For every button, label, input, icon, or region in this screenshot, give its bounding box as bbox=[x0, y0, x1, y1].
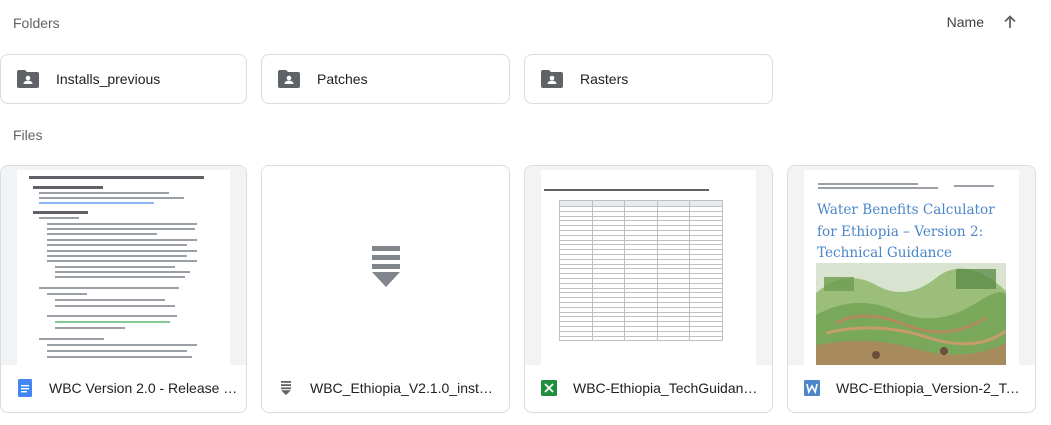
file-footer: WBC_Ethiopia_V2.1.0_install... bbox=[262, 363, 509, 412]
archive-thumbnail bbox=[262, 166, 509, 365]
folder-name: Patches bbox=[317, 71, 368, 87]
file-footer: WBC Version 2.0 - Release N... bbox=[1, 363, 246, 412]
landscape-illustration bbox=[816, 263, 1006, 365]
excel-icon bbox=[541, 379, 557, 396]
file-card-tech-guidance-word[interactable]: Water Benefits Calculator for Ethiopia –… bbox=[787, 165, 1036, 413]
archive-large-icon bbox=[372, 246, 400, 287]
file-name: WBC-Ethiopia_Version-2_Tec... bbox=[836, 379, 1026, 396]
folder-name: Rasters bbox=[580, 71, 629, 87]
shared-folder-icon bbox=[541, 70, 563, 88]
file-footer: WBC-Ethiopia_Version-2_Tec... bbox=[788, 363, 1035, 412]
file-footer: WBC-Ethiopia_TechGuidance... bbox=[525, 363, 772, 412]
word-thumbnail: Water Benefits Calculator for Ethiopia –… bbox=[788, 166, 1035, 365]
shared-folder-icon bbox=[278, 70, 300, 88]
word-icon bbox=[804, 379, 820, 396]
folder-patches[interactable]: Patches bbox=[261, 54, 510, 104]
sort-control: Name bbox=[947, 12, 1020, 32]
file-name: WBC-Ethiopia_TechGuidance... bbox=[573, 379, 763, 396]
file-card-release-notes[interactable]: WBC Version 2.0 - Release N... bbox=[0, 165, 247, 413]
sort-ascending-icon[interactable] bbox=[1000, 12, 1020, 32]
google-docs-icon bbox=[17, 378, 33, 397]
folders-heading: Folders bbox=[13, 15, 60, 31]
archive-icon bbox=[278, 380, 294, 396]
folder-rasters[interactable]: Rasters bbox=[524, 54, 773, 104]
file-card-installer[interactable]: WBC_Ethiopia_V2.1.0_install... bbox=[261, 165, 510, 413]
files-heading: Files bbox=[13, 127, 43, 143]
folder-name: Installs_previous bbox=[56, 71, 161, 87]
shared-folder-icon bbox=[17, 70, 39, 88]
folder-installs-previous[interactable]: Installs_previous bbox=[0, 54, 247, 104]
spreadsheet-preview-table bbox=[559, 200, 723, 342]
sort-label[interactable]: Name bbox=[947, 14, 984, 30]
file-name: WBC Version 2.0 - Release N... bbox=[49, 379, 239, 396]
document-thumbnail bbox=[1, 166, 246, 365]
spreadsheet-thumbnail bbox=[525, 166, 772, 365]
file-card-tech-guidance-excel[interactable]: WBC-Ethiopia_TechGuidance... bbox=[524, 165, 773, 413]
file-name: WBC_Ethiopia_V2.1.0_install... bbox=[310, 379, 500, 396]
